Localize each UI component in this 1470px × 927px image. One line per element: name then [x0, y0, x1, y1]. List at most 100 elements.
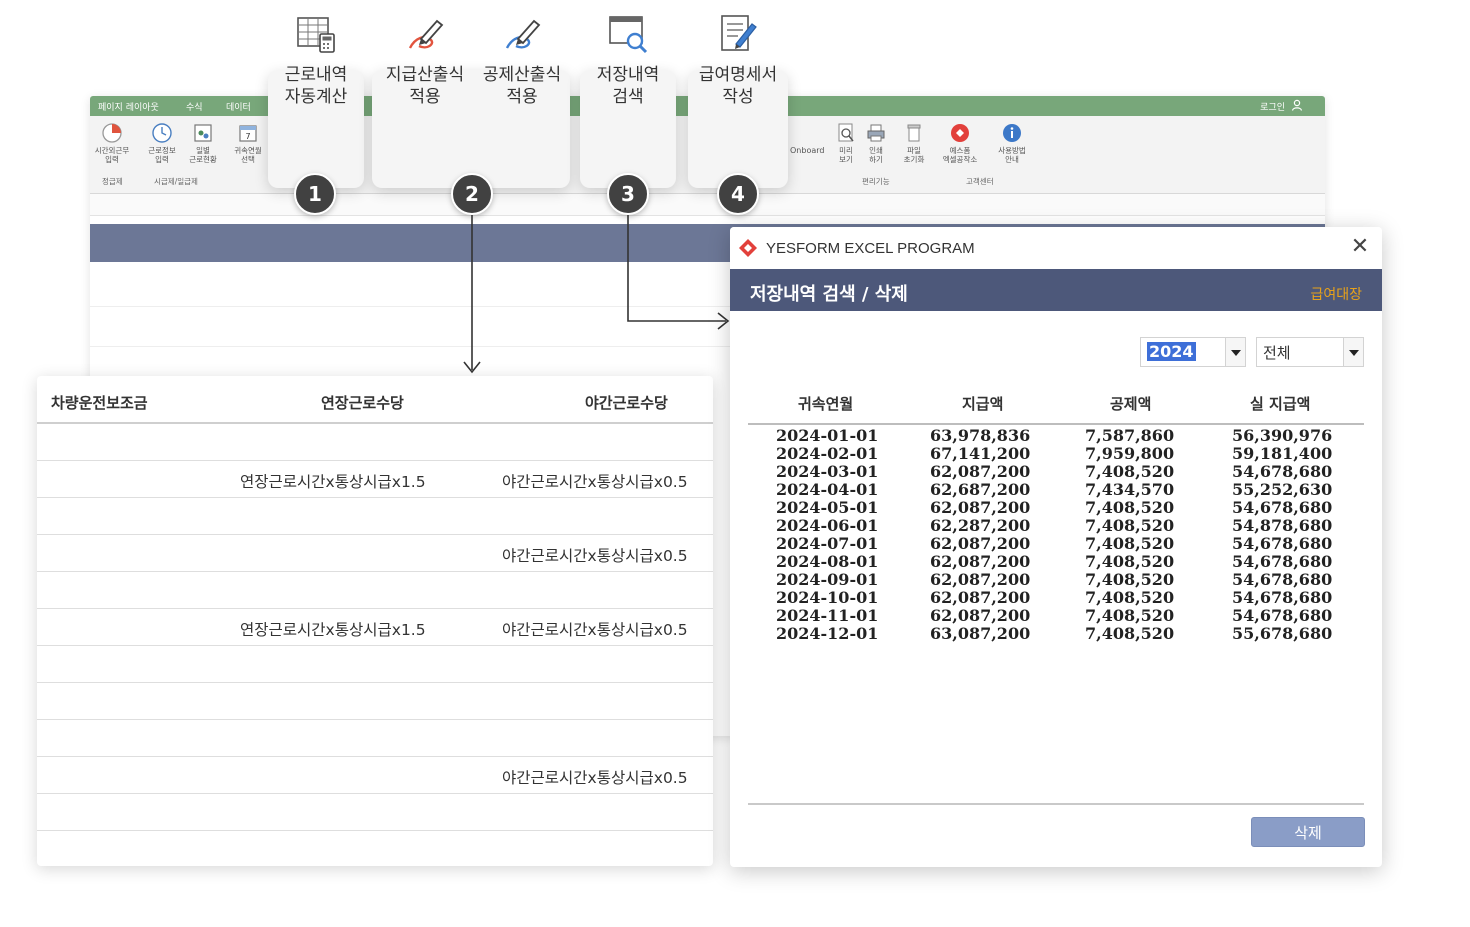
feature-label-line2: 적용 [506, 87, 538, 107]
table-row[interactable] [37, 572, 713, 609]
year-select[interactable]: 2024 [1140, 337, 1246, 367]
record-row[interactable]: 2024-02-01 67,141,200 7,959,800 59,181,400 [730, 445, 1382, 463]
ribbon-yesform-button[interactable]: 예스폼 엑셀공작소 [940, 122, 980, 164]
table-row[interactable]: 연장근로시간x통상시급x1.5 야간근로시간x통상시급x0.5 [37, 609, 713, 646]
clock-chart-icon [102, 123, 122, 143]
trash-icon [907, 124, 921, 142]
record-row[interactable]: 2024-11-01 62,087,200 7,408,520 54,678,680 [730, 607, 1382, 625]
ribbon-label: 하기 [869, 155, 883, 164]
table-row[interactable] [37, 683, 713, 720]
record-month: 2024-04-01 [776, 480, 879, 499]
menu-tab-formulas[interactable]: 수식 [186, 100, 203, 113]
record-deduction: 7,959,800 [1085, 444, 1175, 463]
record-net-pay: 54,678,680 [1232, 588, 1333, 607]
ribbon-print-button[interactable]: 인쇄 하기 [856, 122, 896, 164]
record-net-pay: 59,181,400 [1232, 444, 1333, 463]
feature-label-line2: 검색 [612, 87, 644, 107]
calendar-icon: 7 [239, 125, 257, 142]
delete-button[interactable]: 삭제 [1251, 817, 1365, 847]
record-deduction: 7,408,520 [1085, 624, 1175, 643]
pen-blue-icon [505, 19, 541, 49]
search-saved-button[interactable]: 저장내역 검색 [580, 0, 676, 118]
record-month: 2024-03-01 [776, 462, 879, 481]
record-deduction: 7,408,520 [1085, 606, 1175, 625]
ribbon-label: 입력 [105, 155, 119, 164]
close-icon[interactable]: ✕ [1348, 235, 1372, 259]
user-icon[interactable] [1291, 99, 1303, 111]
night-formula-cell: 야간근로시간x통상시급x0.5 [502, 547, 688, 565]
col-header-net-pay: 실 지급액 [1250, 395, 1311, 413]
record-row[interactable]: 2024-01-01 63,978,836 7,587,860 56,390,976 [730, 427, 1382, 445]
record-net-pay: 54,678,680 [1232, 570, 1333, 589]
record-month: 2024-09-01 [776, 570, 879, 589]
apply-deduction-formula-button[interactable]: 공제산출식 적용 [474, 0, 570, 118]
record-row[interactable]: 2024-04-01 62,687,200 7,434,570 55,252,630 [730, 481, 1382, 499]
record-pay: 63,978,836 [930, 426, 1031, 445]
record-net-pay: 54,678,680 [1232, 534, 1333, 553]
record-deduction: 7,587,860 [1085, 426, 1175, 445]
ribbon-reset-file-button[interactable]: 파일 초기화 [894, 122, 934, 164]
record-month: 2024-02-01 [776, 444, 879, 463]
record-net-pay: 54,678,680 [1232, 462, 1333, 481]
record-month: 2024-12-01 [776, 624, 879, 643]
record-row[interactable]: 2024-08-01 62,087,200 7,408,520 54,678,680 [730, 553, 1382, 571]
auto-calc-work-button[interactable]: 근로내역 자동계산 [268, 0, 364, 118]
record-net-pay: 55,678,680 [1232, 624, 1333, 643]
table-row[interactable] [37, 646, 713, 683]
feature-label-line2: 자동계산 [284, 87, 348, 107]
ribbon-label: 시간외근무 [94, 146, 130, 155]
payroll-ledger-link[interactable]: 급여대장 [1310, 284, 1362, 304]
night-formula-cell: 야간근로시간x통상시급x0.5 [502, 769, 688, 787]
feature-label-line2: 적용 [409, 87, 441, 107]
table-row[interactable]: 야간근로시간x통상시급x0.5 [37, 535, 713, 572]
ribbon-label: 귀속연월 [234, 146, 262, 155]
document-edit-icon [721, 15, 757, 51]
apply-pay-formula-button[interactable]: 지급산출식 적용 [376, 0, 474, 118]
chevron-down-icon[interactable] [1343, 338, 1363, 366]
record-row[interactable]: 2024-12-01 63,087,200 7,408,520 55,678,680 [730, 625, 1382, 643]
ribbon-help-button[interactable]: 사용방법 안내 [992, 122, 1032, 164]
record-pay: 62,087,200 [930, 552, 1031, 571]
record-row[interactable]: 2024-03-01 62,087,200 7,408,520 54,678,680 [730, 463, 1382, 481]
record-row[interactable]: 2024-05-01 62,087,200 7,408,520 54,678,680 [730, 499, 1382, 517]
ribbon-work-info-button[interactable]: 근로정보 입력 [142, 122, 182, 164]
record-row[interactable]: 2024-09-01 62,087,200 7,408,520 54,678,680 [730, 571, 1382, 589]
record-deduction: 7,408,520 [1085, 534, 1175, 553]
record-row[interactable]: 2024-10-01 62,087,200 7,408,520 54,678,680 [730, 589, 1382, 607]
col-header-deduction: 공제액 [1110, 395, 1152, 413]
create-payslip-button[interactable]: 급여명세서 작성 [688, 0, 788, 118]
record-row[interactable]: 2024-06-01 62,287,200 7,408,520 54,878,680 [730, 517, 1382, 535]
table-row[interactable] [37, 794, 713, 831]
chevron-down-icon[interactable] [1225, 338, 1245, 366]
col-header-vehicle-allowance: 차량운전보조금 [51, 394, 148, 412]
onboard-label: Onboard [790, 146, 825, 155]
login-link[interactable]: 로그인 [1260, 100, 1285, 113]
table-row[interactable] [37, 720, 713, 757]
filter-value: 전체 [1263, 344, 1291, 362]
record-deduction: 7,408,520 [1085, 570, 1175, 589]
table-header-divider [748, 423, 1364, 425]
record-pay: 62,287,200 [930, 516, 1031, 535]
record-deduction: 7,434,570 [1085, 480, 1175, 499]
col-header-month: 귀속연월 [798, 395, 854, 413]
magnifier-page-icon [838, 123, 854, 142]
table-row[interactable] [37, 498, 713, 535]
yesform-logo-icon [951, 124, 969, 142]
table-row[interactable]: 야간근로시간x통상시급x0.5 [37, 757, 713, 794]
record-pay: 62,087,200 [930, 570, 1031, 589]
record-row[interactable]: 2024-07-01 62,087,200 7,408,520 54,678,680 [730, 535, 1382, 553]
filter-select[interactable]: 전체 [1256, 337, 1364, 367]
ribbon-month-select-button[interactable]: 7 귀속연월 선택 [228, 122, 268, 164]
menu-tab-page-layout[interactable]: 페이지 레이아웃 [98, 100, 159, 113]
table-row[interactable] [37, 424, 713, 461]
ribbon-overtime-input-button[interactable]: 시간외근무 입력 [92, 122, 132, 164]
formula-bar[interactable] [90, 194, 1325, 216]
ribbon-daily-status-button[interactable]: 일별 근로현황 [183, 122, 223, 164]
record-net-pay: 56,390,976 [1232, 426, 1333, 445]
year-selected-text: 2024 [1147, 342, 1196, 361]
record-pay: 62,087,200 [930, 606, 1031, 625]
menu-tab-data[interactable]: 데이터 [226, 100, 251, 113]
dialog-header-bar: 저장내역 검색 / 삭제 급여대장 [730, 269, 1382, 311]
saved-records-dialog: YESFORM EXCEL PROGRAM ✕ 저장내역 검색 / 삭제 급여대… [730, 227, 1382, 867]
table-row[interactable]: 연장근로시간x통상시급x1.5 야간근로시간x통상시급x0.5 [37, 461, 713, 498]
